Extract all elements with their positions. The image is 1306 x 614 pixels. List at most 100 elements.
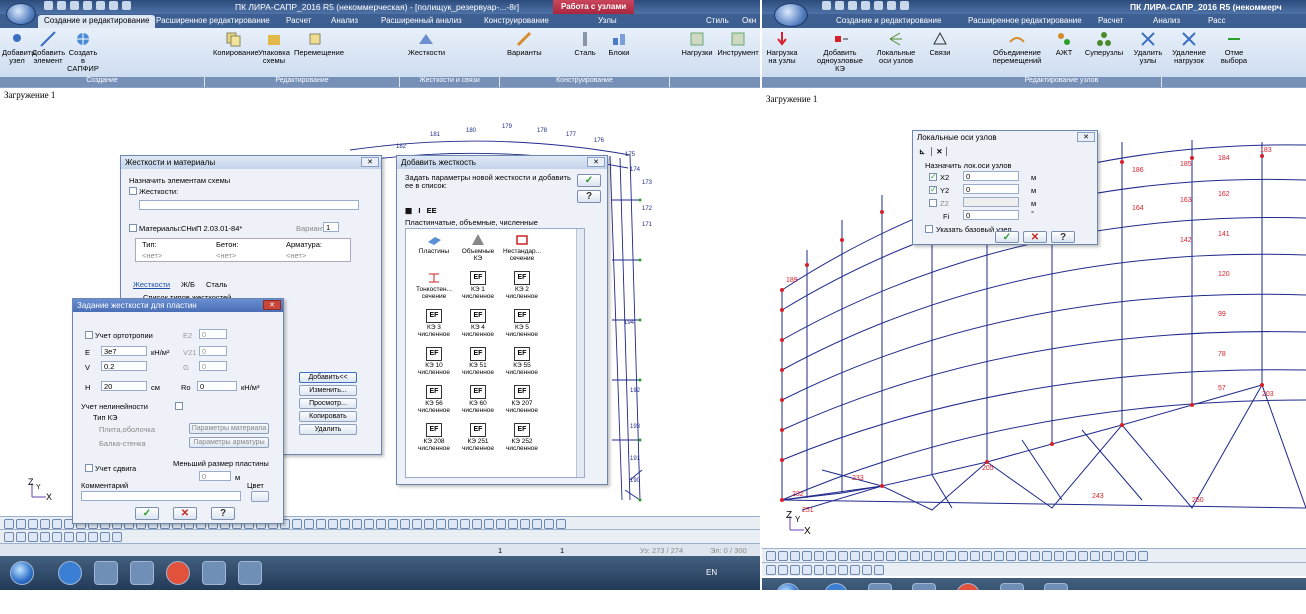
- delete-nodes-button[interactable]: Удалить узлы: [1130, 30, 1166, 65]
- tile-fe252[interactable]: EF КЭ 252 численное: [502, 423, 542, 452]
- z2-input[interactable]: [963, 197, 1019, 207]
- quick-access-toolbar[interactable]: [44, 1, 131, 10]
- tile-fe4[interactable]: EF КЭ 4 численное: [458, 309, 498, 338]
- fi-input[interactable]: 0: [963, 210, 1019, 220]
- rigid-body-button[interactable]: АЖТ: [1052, 30, 1076, 57]
- g-input[interactable]: 0: [199, 361, 227, 371]
- tile-fe60[interactable]: EF КЭ 60 численное: [458, 385, 498, 414]
- cancel-button[interactable]: ✕: [1023, 231, 1047, 243]
- ok-button[interactable]: ✓: [135, 507, 159, 520]
- chrome-taskbar-icon[interactable]: [166, 561, 190, 585]
- tile-fe251[interactable]: EF КЭ 251 численное: [458, 423, 498, 452]
- tab-analysis[interactable]: Анализ: [1147, 15, 1186, 28]
- tab-advanced-edit[interactable]: Расширенное редактирование: [962, 15, 1088, 28]
- quick-access-toolbar[interactable]: [822, 1, 909, 10]
- merge-displacements-button[interactable]: Объединение перемещений: [984, 30, 1050, 65]
- deselect-button[interactable]: Отме выбора: [1212, 30, 1256, 65]
- tile-nonstandard[interactable]: Нестандар... сечение: [502, 233, 542, 262]
- tile-fe51[interactable]: EF КЭ 51 численное: [458, 347, 498, 376]
- node-filter-toolbar[interactable]: [762, 562, 1306, 576]
- e2-input[interactable]: 0: [199, 329, 227, 339]
- color-picker-button[interactable]: [251, 491, 269, 502]
- tile-thin-walled[interactable]: Тонкостен... сечение: [414, 271, 454, 300]
- v-input[interactable]: 0.2: [101, 361, 147, 371]
- context-tab-nodes[interactable]: Работа с узлами: [553, 0, 635, 14]
- ie-taskbar-icon[interactable]: [824, 583, 848, 590]
- loads-button[interactable]: Нагрузки: [679, 30, 715, 57]
- explorer-taskbar-icon[interactable]: [94, 561, 118, 585]
- orthotropy-checkbox[interactable]: [85, 331, 93, 339]
- media-taskbar-icon[interactable]: [130, 561, 154, 585]
- apply-button[interactable]: ✓: [577, 174, 601, 187]
- add-single-node-fe-button[interactable]: Добавить одноузловые КЭ: [812, 30, 868, 73]
- tile-fe1[interactable]: EF КЭ 1 численное: [458, 271, 498, 300]
- stiffness-checkbox[interactable]: [129, 187, 137, 195]
- tools-button[interactable]: Инструмент: [716, 30, 760, 57]
- tab-advanced-analysis[interactable]: Расширенный анализ: [375, 15, 468, 28]
- help-button[interactable]: ?: [577, 190, 601, 203]
- x2-input[interactable]: 0: [963, 171, 1019, 181]
- section-type-tabs[interactable]: ▦ I EE: [405, 206, 437, 215]
- pack-scheme-button[interactable]: Упаковка схемы: [256, 30, 292, 65]
- media-taskbar-icon[interactable]: [912, 583, 936, 590]
- language-indicator[interactable]: EN: [706, 568, 717, 577]
- window-menu[interactable]: Окн: [736, 15, 760, 28]
- steel-button[interactable]: Сталь: [572, 30, 598, 57]
- stiffness-button[interactable]: Жесткости: [408, 30, 445, 57]
- bottom-toolbar[interactable]: [762, 548, 1306, 562]
- cancel-button[interactable]: ✕: [173, 507, 197, 520]
- tab-rc[interactable]: Ж/Б: [181, 280, 195, 289]
- move-button[interactable]: Перемещение: [294, 30, 344, 57]
- close-icon[interactable]: ✕: [263, 300, 281, 310]
- start-button[interactable]: [10, 561, 34, 585]
- rebar-params-button[interactable]: Параметры арматуры: [189, 437, 269, 448]
- node-load-button[interactable]: Нагрузка на узлы: [762, 30, 802, 65]
- add-button[interactable]: Добавить<<: [299, 372, 357, 383]
- tab-design[interactable]: Конструирование: [478, 15, 555, 28]
- variants-button[interactable]: Варианты: [507, 30, 542, 57]
- stiffness-field[interactable]: [139, 200, 359, 210]
- tile-plates[interactable]: Пластины: [414, 233, 454, 255]
- tab-create-edit[interactable]: Создание и редактирование: [38, 15, 156, 28]
- z2-checkbox[interactable]: [929, 199, 937, 207]
- lira-taskbar-icon[interactable]: [238, 561, 262, 585]
- tab-calc[interactable]: Расчет: [1092, 15, 1129, 28]
- supernodes-button[interactable]: Суперузлы: [1084, 30, 1124, 57]
- tab-nodes[interactable]: Узлы: [592, 15, 623, 28]
- help-button[interactable]: ?: [211, 507, 235, 520]
- y2-checkbox[interactable]: [929, 185, 937, 194]
- tile-fe56[interactable]: EF КЭ 56 численное: [414, 385, 454, 414]
- y2-input[interactable]: 0: [963, 184, 1019, 194]
- node-filter-toolbar[interactable]: [0, 529, 760, 543]
- tab-advanced-edit[interactable]: Расширенное редактирование: [150, 15, 276, 28]
- fe-type-beam-wall-radio[interactable]: Балка-стенка: [99, 439, 146, 448]
- view-button[interactable]: Просмотр...: [299, 398, 357, 409]
- delete-loads-button[interactable]: Удаление нагрузок: [1168, 30, 1210, 65]
- material-params-button[interactable]: Параметры материала: [189, 423, 269, 434]
- help-button[interactable]: ?: [1051, 231, 1075, 243]
- variant-input[interactable]: 1: [323, 222, 339, 232]
- tile-fe5[interactable]: EF КЭ 5 численное: [502, 309, 542, 338]
- h-input[interactable]: 20: [101, 381, 147, 391]
- app-menu-button[interactable]: [774, 3, 808, 27]
- tab-steel[interactable]: Сталь: [206, 280, 227, 289]
- tile-volume-fe[interactable]: Объемные КЭ: [458, 233, 498, 262]
- close-icon[interactable]: ✕: [587, 157, 605, 167]
- close-icon[interactable]: ✕: [361, 157, 379, 167]
- tab-create-edit[interactable]: Создание и редактирование: [830, 15, 947, 28]
- edit-button[interactable]: Изменить...: [299, 385, 357, 396]
- tab-advanced-analysis[interactable]: Расс: [1202, 15, 1232, 28]
- e-input[interactable]: 3e7: [101, 346, 147, 356]
- tile-fe207[interactable]: EF КЭ 207 численное: [502, 385, 542, 414]
- shear-checkbox[interactable]: [85, 464, 93, 472]
- lira-taskbar-icon[interactable]: [1044, 583, 1068, 590]
- explorer-taskbar-icon[interactable]: [868, 583, 892, 590]
- constraints-button[interactable]: Связи: [926, 30, 954, 57]
- delete-button[interactable]: Удалить: [299, 424, 357, 435]
- ro-input[interactable]: 0: [197, 381, 237, 391]
- nonlinearity-checkbox[interactable]: [175, 402, 183, 410]
- materials-select[interactable]: СНиП 2.03.01-84*: [181, 224, 242, 233]
- tile-fe208[interactable]: EF КЭ 208 численное: [414, 423, 454, 452]
- tab-calc[interactable]: Расчет: [280, 15, 317, 28]
- close-icon[interactable]: ✕: [1077, 132, 1095, 142]
